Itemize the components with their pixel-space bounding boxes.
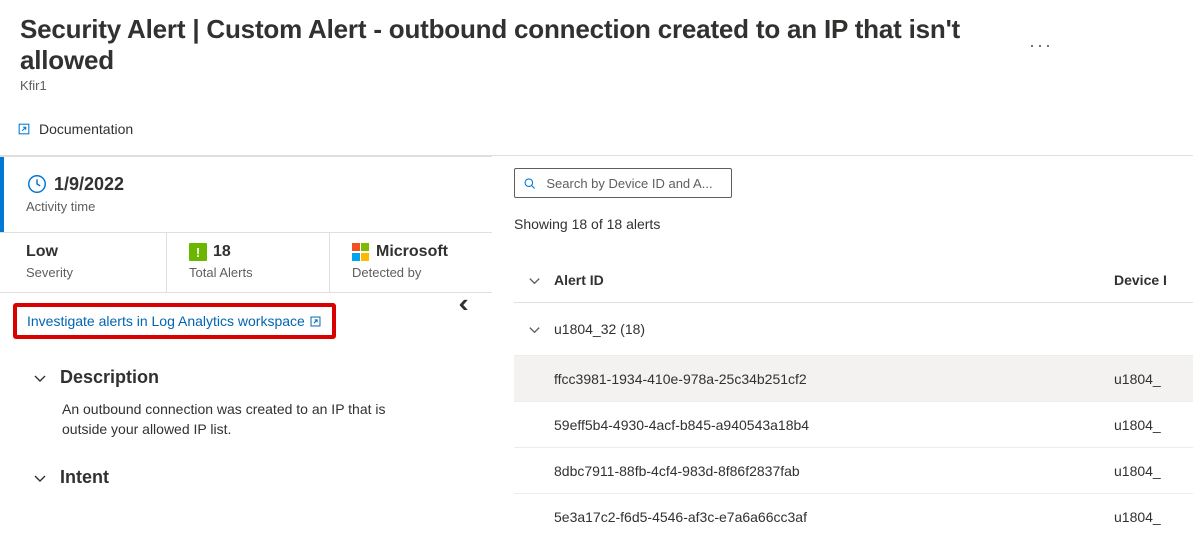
table-row[interactable]: 59eff5b4-4930-4acf-b845-a940543a18b4u180… — [514, 402, 1193, 448]
group-label: u1804_32 (18) — [554, 321, 645, 337]
chevron-down-icon — [527, 322, 542, 337]
table-row[interactable]: ffcc3981-1934-410e-978a-25c34b251cf2u180… — [514, 356, 1193, 402]
description-section-title: Description — [60, 367, 159, 388]
clock-icon — [26, 173, 48, 195]
column-device[interactable]: Device I — [1114, 272, 1167, 288]
search-box[interactable] — [514, 168, 732, 198]
severity-value: Low — [26, 243, 166, 261]
detected-by-value: Microsoft — [376, 243, 448, 261]
alerts-table: Alert ID Device I u1804_32 (18) ffcc3981… — [514, 272, 1193, 536]
description-body: An outbound connection was created to an… — [32, 388, 472, 439]
investigate-link-label: Investigate alerts in Log Analytics work… — [27, 313, 305, 329]
investigate-highlight-box: Investigate alerts in Log Analytics work… — [13, 303, 336, 339]
chevron-down-icon — [32, 470, 48, 486]
detected-by-label: Detected by — [352, 265, 492, 280]
alerts-list-pane: Showing 18 of 18 alerts Alert ID Device … — [492, 156, 1193, 536]
table-row[interactable]: 5e3a17c2-f6d5-4546-af3c-e7a6a66cc3afu180… — [514, 494, 1193, 536]
search-icon — [523, 176, 536, 191]
description-section-toggle[interactable]: Description — [32, 367, 472, 388]
cell-alert-id: 59eff5b4-4930-4acf-b845-a940543a18b4 — [514, 417, 1114, 433]
activity-time-label: Activity time — [26, 199, 492, 214]
chevron-down-icon — [527, 273, 542, 288]
expand-all-toggle[interactable] — [514, 273, 554, 288]
table-row[interactable]: 8dbc7911-88fb-4cf4-983d-8f86f2837fabu180… — [514, 448, 1193, 494]
external-link-icon — [17, 122, 31, 136]
severity-cell: Low Severity — [0, 233, 167, 292]
detected-by-cell: Microsoft Detected by — [330, 233, 492, 292]
cell-alert-id: ffcc3981-1934-410e-978a-25c34b251cf2 — [514, 371, 1114, 387]
column-alert-id[interactable]: Alert ID — [554, 272, 1114, 288]
microsoft-logo-icon — [352, 243, 370, 261]
results-summary: Showing 18 of 18 alerts — [514, 216, 1193, 232]
alert-badge-icon: ! — [189, 243, 207, 261]
cell-device: u1804_ — [1114, 463, 1161, 479]
details-pane: 1/9/2022 Activity time Low Severity ! 18… — [0, 156, 492, 536]
total-alerts-label: Total Alerts — [189, 265, 329, 280]
intent-section-toggle[interactable]: Intent — [32, 467, 472, 488]
cell-device: u1804_ — [1114, 417, 1161, 433]
chevron-down-icon — [32, 370, 48, 386]
group-row[interactable]: u1804_32 (18) — [514, 303, 1193, 356]
documentation-link[interactable]: Documentation — [17, 121, 133, 137]
page-subtitle: Kfir1 — [20, 78, 1193, 93]
cell-alert-id: 5e3a17c2-f6d5-4546-af3c-e7a6a66cc3af — [514, 509, 1114, 525]
activity-date: 1/9/2022 — [54, 174, 124, 195]
intent-section-title: Intent — [60, 467, 109, 488]
documentation-link-label: Documentation — [39, 121, 133, 137]
cell-alert-id: 8dbc7911-88fb-4cf4-983d-8f86f2837fab — [514, 463, 1114, 479]
cell-device: u1804_ — [1114, 371, 1161, 387]
severity-label: Severity — [26, 265, 166, 280]
total-alerts-value: 18 — [213, 243, 231, 261]
cell-device: u1804_ — [1114, 509, 1161, 525]
more-actions-button[interactable]: ··· — [1029, 35, 1053, 56]
external-link-icon — [309, 315, 322, 328]
page-title: Security Alert | Custom Alert - outbound… — [20, 14, 1029, 76]
total-alerts-cell: ! 18 Total Alerts — [167, 233, 330, 292]
investigate-link[interactable]: Investigate alerts in Log Analytics work… — [27, 313, 322, 329]
search-input[interactable] — [544, 175, 723, 192]
